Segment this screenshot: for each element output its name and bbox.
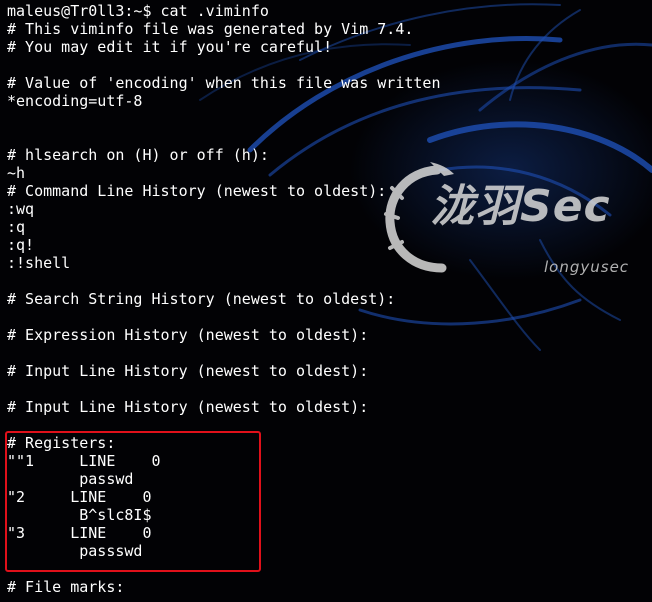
output-line: # Search String History (newest to oldes…: [7, 290, 396, 308]
register-value-line: passwd: [7, 470, 134, 488]
output-line: # Value of 'encoding' when this file was…: [7, 74, 441, 92]
register-line: ""1 LINE 0: [7, 452, 161, 470]
output-line: # Input Line History (newest to oldest):: [7, 362, 369, 380]
watermark-title: 泷羽Sec: [430, 181, 611, 232]
terminal-window[interactable]: 泷羽Sec longyusec maleus@Tr0ll3:~$ cat .vi…: [0, 0, 652, 602]
output-line: # This viminfo file was generated by Vim…: [7, 20, 414, 38]
output-line: :!shell: [7, 254, 71, 272]
output-line: # You may edit it if you're careful!: [7, 38, 333, 56]
register-line: "2 LINE 0: [7, 488, 152, 506]
output-line: :wq: [7, 200, 35, 218]
output-line: # Command Line History (newest to oldest…: [7, 182, 387, 200]
register-value-line: B^slc8I$: [7, 506, 152, 524]
register-value-line: passswd: [7, 542, 143, 560]
shell-prompt-line: maleus@Tr0ll3:~$ cat .viminfo: [7, 2, 269, 20]
output-line: :q: [7, 218, 26, 236]
registers-header-line: # Registers:: [7, 434, 116, 452]
output-line: # File marks:: [7, 578, 125, 596]
output-line: # Input Line History (newest to oldest):: [7, 398, 369, 416]
register-line: "3 LINE 0: [7, 524, 152, 542]
watermark-subtitle: longyusec: [544, 258, 630, 276]
output-line: *encoding=utf-8: [7, 92, 143, 110]
terminal-output: maleus@Tr0ll3:~$ cat .viminfo # This vim…: [7, 2, 440, 596]
output-line: # hlsearch on (H) or off (h):: [7, 146, 269, 164]
output-line: # Expression History (newest to oldest):: [7, 326, 369, 344]
output-line: :q!: [7, 236, 35, 254]
output-line: ~h: [7, 164, 26, 182]
